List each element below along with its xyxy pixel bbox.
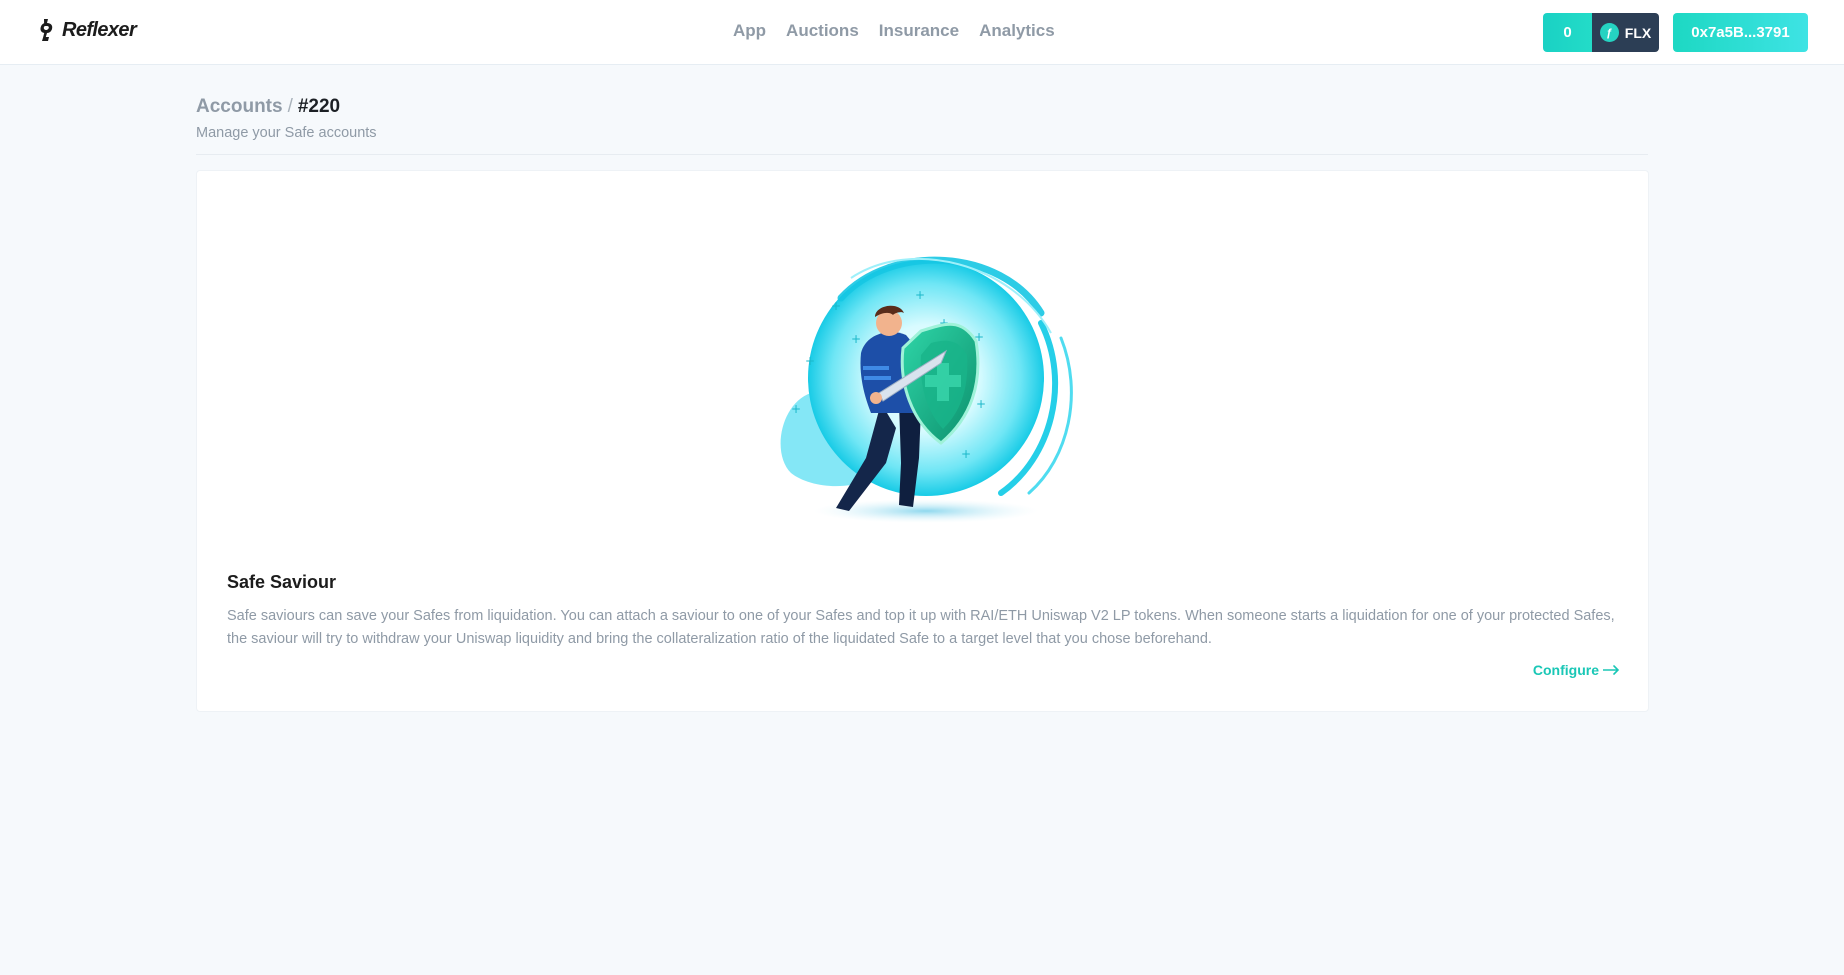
svg-text:+: +: [791, 402, 801, 416]
flx-coin-icon: ƒ: [1599, 23, 1619, 42]
svg-text:+: +: [805, 354, 815, 368]
flx-balance-value: 0: [1543, 13, 1592, 52]
configure-label: Configure: [1532, 662, 1599, 678]
card-description: Safe saviours can save your Safes from l…: [227, 608, 1615, 647]
configure-link[interactable]: Configure: [1533, 662, 1620, 678]
svg-text:+: +: [976, 397, 986, 411]
page-subtitle: Manage your Safe accounts: [196, 125, 377, 141]
shield-hero-illustration: +++ ++ + + ++: [780, 256, 1073, 523]
reflexer-logo-icon: [40, 19, 53, 41]
header-divider: [196, 154, 1648, 155]
svg-text:+: +: [851, 332, 861, 346]
wallet-address-button[interactable]: 0x7a5B...3791: [1673, 13, 1808, 52]
arrow-right-icon: [1603, 665, 1620, 675]
breadcrumb-separator: /: [287, 96, 293, 117]
main-nav: App Auctions Insurance Analytics: [733, 21, 1055, 41]
breadcrumb-current: #220: [297, 96, 341, 117]
brand-name: Reflexer: [62, 18, 137, 41]
top-navbar: Reflexer App Auctions Insurance Analytic…: [0, 0, 1844, 65]
safe-saviour-card: + + + + + + + + + Safe Saviour Safe saviours c…: [196, 170, 1649, 712]
flx-token-label: ƒ FLX: [1592, 13, 1659, 52]
nav-analytics[interactable]: Analytics: [979, 21, 1055, 41]
breadcrumb: Accounts / #220: [196, 96, 340, 118]
svg-text:+: +: [831, 299, 841, 313]
card-title: Safe Saviour: [227, 572, 337, 592]
brand-logo[interactable]: Reflexer: [39, 17, 137, 43]
nav-auctions[interactable]: Auctions: [786, 21, 859, 41]
flx-balance-button[interactable]: 0 ƒ FLX: [1543, 13, 1659, 52]
flx-symbol: FLX: [1624, 24, 1652, 41]
svg-text:+: +: [961, 447, 971, 461]
breadcrumb-accounts-link[interactable]: Accounts: [196, 96, 283, 117]
nav-insurance[interactable]: Insurance: [879, 21, 959, 41]
svg-text:+: +: [915, 288, 925, 302]
nav-app[interactable]: App: [733, 21, 766, 41]
